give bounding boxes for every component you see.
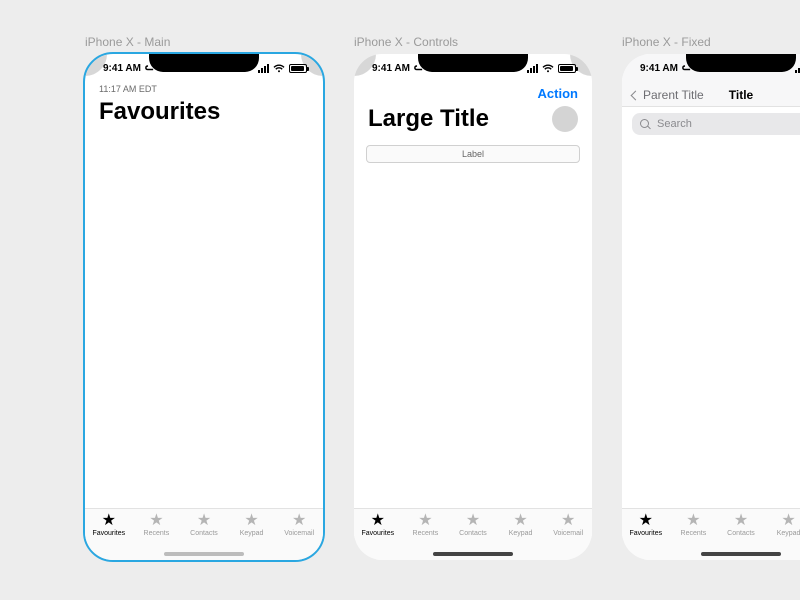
segmented-control[interactable]: Label [366,145,580,163]
segment-label: Label [462,149,484,159]
tab-label: Recents [681,530,707,537]
star-icon: ★ [513,513,527,529]
star-icon: ★ [561,513,575,529]
large-title: Favourites [85,94,323,132]
chevron-left-icon [631,90,641,100]
status-time: 9:41 AM [640,63,678,74]
artboard-label-3: iPhone X - Fixed [622,35,711,49]
device-notch [418,54,528,72]
content-area [354,169,592,560]
wifi-icon [542,64,554,73]
cellular-signal-icon [258,64,269,73]
tab-label: Favourites [92,530,125,537]
tab-label: Favourites [361,530,394,537]
star-icon: ★ [418,513,432,529]
tab-favourites[interactable]: ★Favourites [89,513,129,537]
tab-label: Recents [144,530,170,537]
home-indicator[interactable] [701,552,781,556]
tab-label: Keypad [240,530,264,537]
star-icon: ★ [292,513,306,529]
phone-controls[interactable]: 9:41 AM ᓚ Action Large Title Label ★Favo… [354,54,592,560]
star-icon: ★ [734,513,748,529]
tab-label: Keypad [509,530,533,537]
content-area [85,132,323,560]
tab-favourites[interactable]: ★Favourites [626,513,666,537]
header-subtime: 11:17 AM EDT [85,84,323,94]
search-input[interactable]: Search [632,113,800,135]
star-icon: ★ [149,513,163,529]
back-label: Parent Title [643,88,704,102]
device-notch [149,54,259,72]
content-area [622,141,800,560]
tab-recents[interactable]: ★Recents [136,513,176,537]
nav-action-button[interactable]: Action [538,86,578,101]
artboard-label-2: iPhone X - Controls [354,35,458,49]
tab-favourites[interactable]: ★Favourites [358,513,398,537]
tab-label: Keypad [777,530,800,537]
artboard-label-1: iPhone X - Main [85,35,170,49]
tab-contacts[interactable]: ★Contacts [184,513,224,537]
tab-recents[interactable]: ★Recents [673,513,713,537]
tab-voicemail[interactable]: ★Voicemail [279,513,319,537]
star-icon: ★ [197,513,211,529]
tab-label: Contacts [190,530,218,537]
tab-keypad[interactable]: ★Keypad [501,513,541,537]
tab-label: Contacts [459,530,487,537]
cellular-signal-icon [795,64,800,73]
wifi-icon [273,64,285,73]
profile-avatar[interactable] [552,106,578,132]
cellular-signal-icon [527,64,538,73]
device-notch [686,54,796,72]
home-indicator[interactable] [164,552,244,556]
tab-keypad[interactable]: ★Keypad [769,513,800,537]
search-placeholder: Search [657,118,692,130]
nav-title: Title [729,88,753,102]
back-button[interactable]: Parent Title [632,88,704,102]
battery-icon [558,64,576,73]
navigation-bar: Parent Title Title [622,82,800,107]
star-icon: ★ [102,513,116,529]
tab-label: Voicemail [553,530,583,537]
battery-icon [289,64,307,73]
tab-voicemail[interactable]: ★Voicemail [548,513,588,537]
star-icon: ★ [244,513,258,529]
star-icon: ★ [466,513,480,529]
tab-label: Voicemail [284,530,314,537]
large-title: Large Title [368,105,489,133]
star-icon: ★ [781,513,795,529]
status-time: 9:41 AM [103,63,141,74]
star-icon: ★ [371,513,385,529]
star-icon: ★ [639,513,653,529]
tab-label: Recents [413,530,439,537]
tab-label: Contacts [727,530,755,537]
tab-label: Favourites [629,530,662,537]
star-icon: ★ [686,513,700,529]
phone-fixed[interactable]: 9:41 AM ᓚ Parent Title Title Search [622,54,800,560]
search-icon [640,119,651,130]
home-indicator[interactable] [433,552,513,556]
phone-main[interactable]: 9:41 AM ᓚ 11:17 AM EDT Favourites ★Favou… [85,54,323,560]
tab-keypad[interactable]: ★Keypad [232,513,272,537]
tab-contacts[interactable]: ★Contacts [453,513,493,537]
tab-recents[interactable]: ★Recents [405,513,445,537]
status-time: 9:41 AM [372,63,410,74]
tab-contacts[interactable]: ★Contacts [721,513,761,537]
